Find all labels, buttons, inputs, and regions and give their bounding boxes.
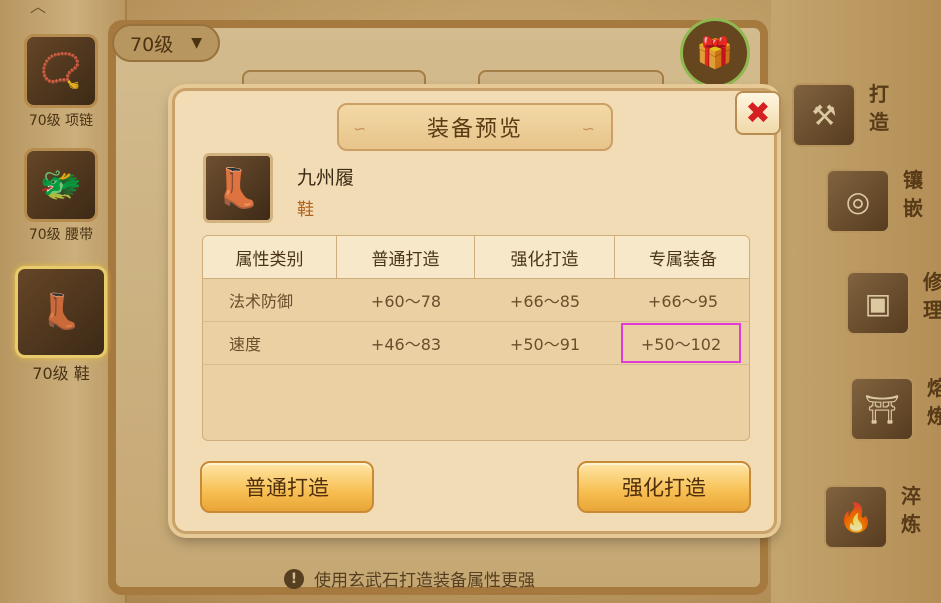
table-cell: 法术防御 <box>229 292 294 311</box>
enhanced-forge-button[interactable]: 强化打造 <box>577 461 751 513</box>
cloud-ornament-icon: ∽ <box>581 119 597 138</box>
column-header: 专属装备 <box>649 249 717 270</box>
cloud-ornament-icon: ∽ <box>353 119 369 138</box>
table-cell: +50～91 <box>509 335 581 354</box>
button-label: 普通打造 <box>245 476 329 500</box>
column-header: 强化打造 <box>475 236 615 278</box>
equipment-preview-dialog: ∽ 装备预览 ∽ ✖ 👢 九州履 鞋 属性类别 普通打造 强化打造 专属装备 法… <box>172 88 781 534</box>
boots-icon: 👢 <box>203 153 273 223</box>
attribute-table: 属性类别 普通打造 强化打造 专属装备 法术防御 +60～78 +66～85 +… <box>202 235 750 441</box>
close-icon: ✖ <box>745 95 771 131</box>
dialog-title-banner: ∽ 装备预览 ∽ <box>337 103 613 151</box>
table-header: 属性类别 普通打造 强化打造 专属装备 <box>203 236 749 279</box>
table-cell: +46～83 <box>370 335 442 354</box>
table-cell: +50～102 <box>615 322 749 364</box>
table-cell: +66～85 <box>509 292 581 311</box>
button-label: 强化打造 <box>622 476 706 500</box>
table-cell: 速度 <box>229 335 262 354</box>
dialog-title: 装备预览 <box>426 117 523 142</box>
item-type: 鞋 <box>297 200 314 220</box>
table-row: 速度 +46～83 +50～91 +50～102 <box>203 322 749 365</box>
column-header: 普通打造 <box>337 236 475 278</box>
highlighted-value: +50～102 <box>620 323 742 363</box>
normal-forge-button[interactable]: 普通打造 <box>200 461 374 513</box>
table-row: 法术防御 +60～78 +66～85 +66～95 <box>203 279 749 322</box>
column-header: 属性类别 <box>203 236 337 278</box>
item-name: 九州履 <box>297 167 355 189</box>
table-cell: +66～95 <box>647 292 719 311</box>
table-cell: +60～78 <box>370 292 442 311</box>
close-button[interactable]: ✖ <box>735 91 781 135</box>
